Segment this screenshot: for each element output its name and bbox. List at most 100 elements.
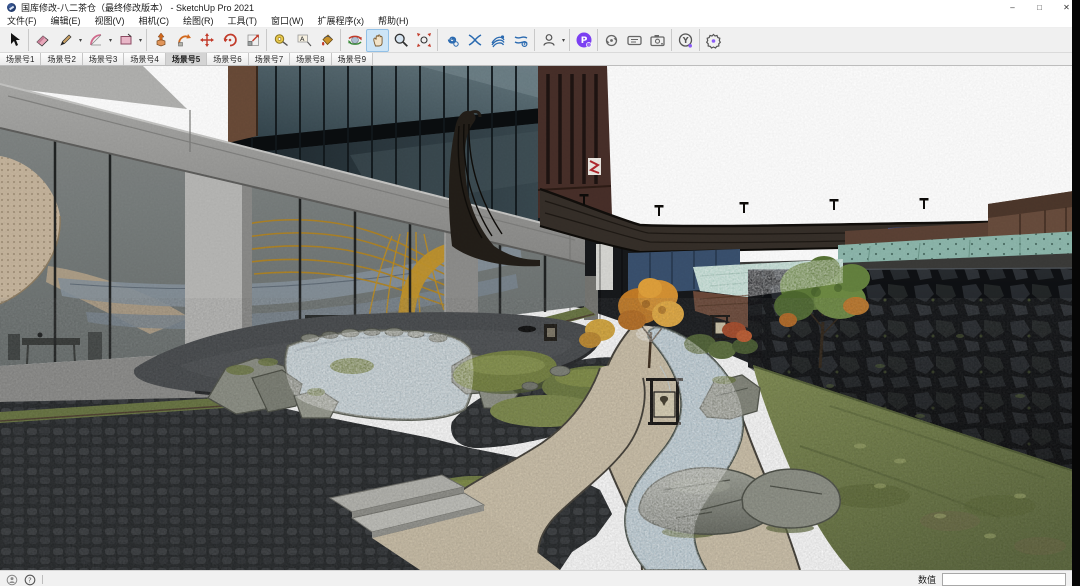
arc-icon xyxy=(89,34,101,46)
move-icon xyxy=(199,33,214,47)
menu-camera[interactable]: 相机(C) xyxy=(132,14,177,27)
statusbar: ? 数值 xyxy=(0,570,1080,586)
tab-scene-9[interactable]: 场景号9 xyxy=(331,53,374,65)
geolocate-icon[interactable] xyxy=(6,574,18,586)
purple-p-icon: P xyxy=(576,32,592,48)
menu-file[interactable]: 文件(F) xyxy=(0,14,44,27)
paint-bucket-icon xyxy=(321,34,333,46)
svg-text:A: A xyxy=(300,35,305,43)
y-badge-button[interactable]: Y xyxy=(674,29,697,52)
zoom-tool-button[interactable] xyxy=(389,29,412,52)
tab-scene-2[interactable]: 场景号2 xyxy=(41,53,83,65)
panel-button[interactable] xyxy=(623,29,646,52)
follow-me-tool-button[interactable] xyxy=(172,29,195,52)
menubar: 文件(F) 编辑(E) 视图(V) 相机(C) 绘图(R) 工具(T) 窗口(W… xyxy=(0,14,1080,28)
curve-plugin-4-button[interactable] xyxy=(509,29,532,52)
eraser-tool-button[interactable] xyxy=(31,29,54,52)
tape-measure-tool-button[interactable] xyxy=(269,29,292,52)
app-icon xyxy=(7,2,16,12)
screen-edge xyxy=(1072,0,1080,586)
pan-tool-button[interactable] xyxy=(366,28,389,52)
curve-plugin-2-button[interactable] xyxy=(463,29,486,52)
gear-flower-icon xyxy=(705,33,722,49)
shape-tool-button[interactable] xyxy=(114,29,137,52)
titlebar: 国库修改-八二茶仓（最终修改版本） - SketchUp Pro 2021 – … xyxy=(0,0,1080,14)
push-pull-icon xyxy=(156,32,165,47)
follow-me-icon xyxy=(177,34,191,47)
tab-scene-6[interactable]: 场景号6 xyxy=(207,53,249,65)
move-tool-button[interactable] xyxy=(195,29,218,52)
toolbar: ▾ ▾ ▾ A ▾ P Y xyxy=(0,28,1080,53)
rectangle-icon xyxy=(120,33,131,45)
sketchup-window: 国库修改-八二茶仓（最终修改版本） - SketchUp Pro 2021 – … xyxy=(0,0,1080,586)
camera-icon xyxy=(650,34,665,46)
line-tool-button[interactable] xyxy=(54,29,77,52)
shape-tool-dropdown[interactable]: ▾ xyxy=(137,37,144,44)
tab-scene-1[interactable]: 场景号1 xyxy=(0,53,42,65)
pencil-icon xyxy=(59,34,71,46)
viewport-3d[interactable] xyxy=(0,66,1080,570)
menu-edit[interactable]: 编辑(E) xyxy=(44,14,88,27)
plugin-p-button[interactable]: P xyxy=(572,29,595,52)
menu-tools[interactable]: 工具(T) xyxy=(221,14,265,27)
select-arrow-icon xyxy=(10,33,20,46)
person-icon xyxy=(542,34,555,46)
spiral-curve-icon xyxy=(447,36,459,47)
menu-help[interactable]: 帮助(H) xyxy=(371,14,416,27)
panel-card-icon xyxy=(627,35,642,45)
text-label-icon: A xyxy=(297,34,311,47)
curves-gear-icon xyxy=(514,36,528,48)
rotate-icon xyxy=(223,33,237,47)
measurements-label: 数值 xyxy=(917,575,936,585)
svg-text:Y: Y xyxy=(682,36,689,45)
tab-scene-7[interactable]: 场景号7 xyxy=(248,53,291,65)
line-tool-dropdown[interactable]: ▾ xyxy=(77,37,84,44)
menu-extensions[interactable]: 扩展程序(x) xyxy=(311,14,372,27)
measurements-input[interactable] xyxy=(942,573,1066,586)
orbit-icon xyxy=(347,35,362,45)
curve-plugin-3-button[interactable] xyxy=(486,29,509,52)
sync-button[interactable] xyxy=(600,29,623,52)
account-dropdown[interactable]: ▾ xyxy=(560,37,567,44)
push-pull-tool-button[interactable] xyxy=(149,29,172,52)
window-controls: – □ ✕ xyxy=(999,0,1080,14)
rotate-tool-button[interactable] xyxy=(218,29,241,52)
tab-scene-3[interactable]: 场景号3 xyxy=(82,53,125,65)
maximize-button[interactable]: □ xyxy=(1026,0,1053,14)
svg-text:?: ? xyxy=(28,576,32,584)
menu-view[interactable]: 视图(V) xyxy=(88,14,132,27)
scale-tool-button[interactable] xyxy=(241,29,264,52)
menu-window[interactable]: 窗口(W) xyxy=(264,14,311,27)
help-icon[interactable]: ? xyxy=(24,574,36,586)
status-separator xyxy=(42,575,43,584)
paint-bucket-tool-button[interactable] xyxy=(315,29,338,52)
zoom-extents-tool-button[interactable] xyxy=(412,29,435,52)
minimize-button[interactable]: – xyxy=(999,0,1026,14)
select-tool-button[interactable] xyxy=(3,29,26,52)
tape-measure-icon xyxy=(274,34,288,47)
layered-curves-icon xyxy=(490,35,505,48)
eraser-icon xyxy=(35,35,49,47)
crossing-curves-icon xyxy=(468,34,481,46)
account-button[interactable] xyxy=(537,29,560,52)
gear-flower-button[interactable] xyxy=(702,29,725,52)
pan-hand-icon xyxy=(372,34,383,47)
y-badge-icon: Y xyxy=(678,32,693,48)
arc-tool-button[interactable] xyxy=(84,29,107,52)
curve-plugin-1-button[interactable] xyxy=(440,29,463,52)
model-scene-render xyxy=(0,66,1080,570)
scene-tabs: 场景号1 场景号2 场景号3 场景号4 场景号5 场景号6 场景号7 场景号8 … xyxy=(0,53,1080,66)
menu-draw[interactable]: 绘图(R) xyxy=(176,14,221,27)
tab-scene-5[interactable]: 场景号5 xyxy=(165,53,208,65)
sync-circle-icon xyxy=(605,34,618,46)
scale-icon xyxy=(247,34,259,46)
text-tool-button[interactable]: A xyxy=(292,29,315,52)
tab-scene-4[interactable]: 场景号4 xyxy=(124,53,166,65)
zoom-extents-icon xyxy=(416,33,431,47)
orbit-tool-button[interactable] xyxy=(343,29,366,52)
camera-button[interactable] xyxy=(646,29,669,52)
window-title: 国库修改-八二茶仓（最终修改版本） - SketchUp Pro 2021 xyxy=(21,2,255,13)
tab-scene-8[interactable]: 场景号8 xyxy=(290,53,332,65)
arc-tool-dropdown[interactable]: ▾ xyxy=(107,37,114,44)
zoom-icon xyxy=(394,33,408,47)
